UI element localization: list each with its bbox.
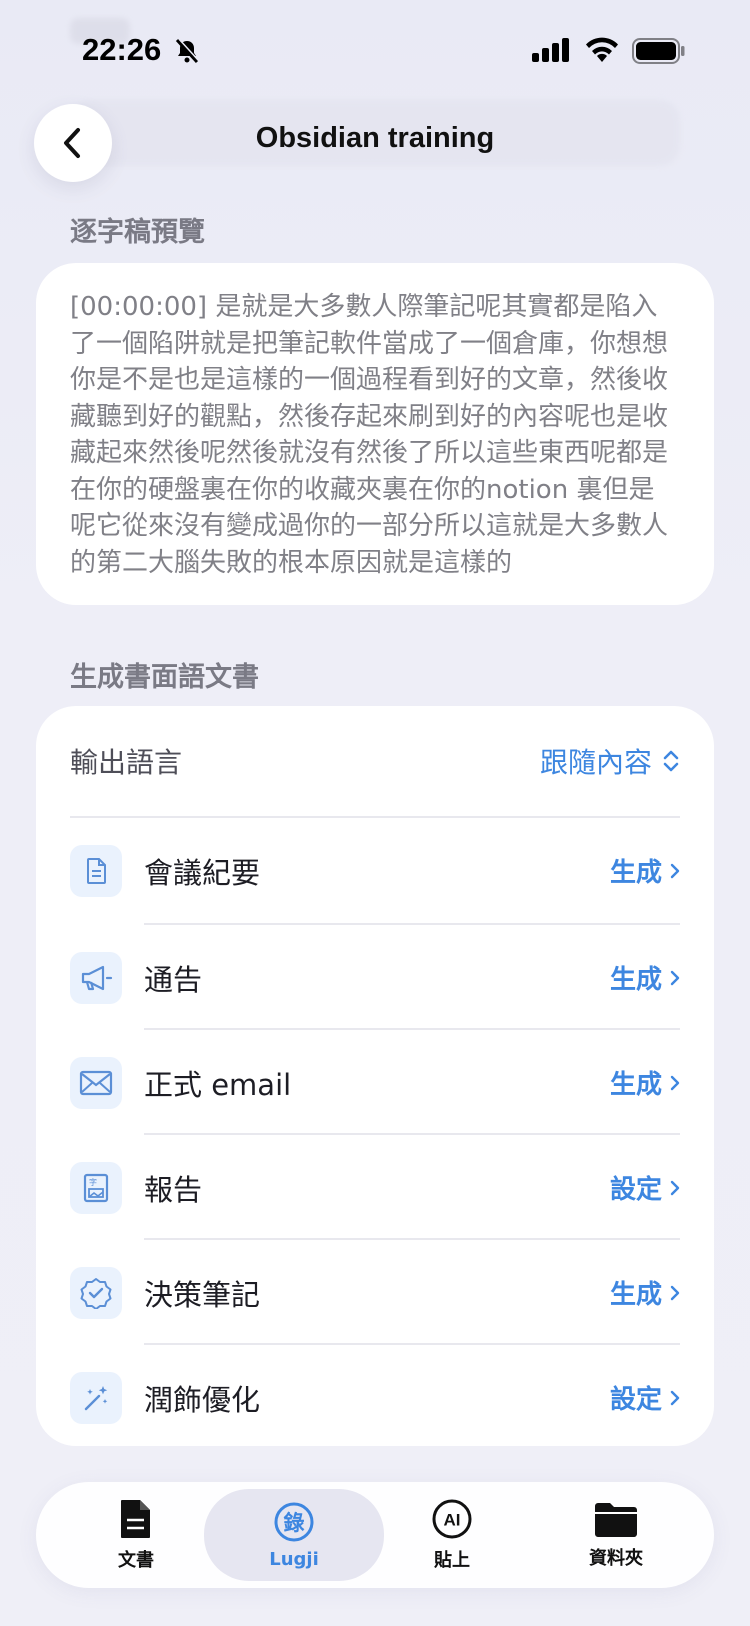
doc-row-announcement[interactable]: 通告 生成 — [70, 925, 680, 1030]
tab-label: 文書 — [118, 1550, 154, 1571]
output-language-row[interactable]: 輸出語言 跟隨內容 — [70, 706, 680, 818]
doc-row-label: 正式 email — [144, 1067, 292, 1102]
output-language-value: 跟隨內容 — [539, 746, 652, 779]
verified-badge-icon — [70, 1266, 122, 1319]
status-bar: 22:26 — [0, 0, 750, 100]
documents-card: 輸出語言 跟隨內容 會議紀要 生成 通告 生成 正式 email 生成 字 報告… — [36, 706, 714, 1446]
bell-muted-icon — [175, 38, 200, 64]
document-fill-icon — [121, 1500, 150, 1538]
action-label: 生成 — [609, 1070, 662, 1100]
magic-wand-icon — [70, 1371, 122, 1424]
doc-row-label: 會議紀要 — [144, 855, 261, 890]
tab-bar: 文書 錄 Lugji AI 貼上 資料夾 — [36, 1482, 714, 1588]
cellular-signal-icon — [532, 38, 569, 62]
documents-section-label: 生成書面語文書 — [70, 662, 259, 693]
generate-button[interactable]: 生成 — [610, 1274, 680, 1311]
transcript-preview-card[interactable]: [00:00:00] 是就是大多數人際筆記呢其實都是陷入了一個陷阱就是把筆記軟件… — [36, 263, 714, 605]
action-label: 設定 — [609, 1175, 662, 1205]
chevron-right-icon — [670, 863, 680, 878]
tab-documents[interactable]: 文書 — [61, 1482, 211, 1588]
doc-row-report[interactable]: 字 報告 設定 — [70, 1135, 680, 1240]
svg-text:字: 字 — [89, 1177, 97, 1187]
doc-row-label: 報告 — [144, 1172, 203, 1207]
generate-button[interactable]: 生成 — [610, 852, 680, 889]
tab-label: Lugji — [269, 1548, 319, 1570]
back-button[interactable] — [34, 104, 112, 182]
doc-row-meeting-minutes[interactable]: 會議紀要 生成 — [70, 818, 680, 923]
doc-row-formal-email[interactable]: 正式 email 生成 — [70, 1030, 680, 1135]
settings-button[interactable]: 設定 — [610, 1379, 680, 1416]
chevron-up-down-icon — [663, 750, 679, 772]
doc-row-label: 決策筆記 — [144, 1277, 261, 1312]
tab-label: 資料夾 — [589, 1548, 643, 1569]
ai-icon: AI — [432, 1499, 472, 1539]
action-label: 生成 — [609, 965, 662, 995]
wifi-icon — [586, 37, 618, 62]
document-icon — [70, 844, 122, 897]
action-label: 生成 — [609, 1280, 662, 1310]
page-title: Obsidian training — [255, 122, 495, 154]
tab-folders[interactable]: 資料夾 — [541, 1482, 691, 1588]
lugji-icon: 錄 — [274, 1502, 314, 1541]
settings-button[interactable]: 設定 — [610, 1169, 680, 1206]
tab-paste[interactable]: AI 貼上 — [377, 1482, 527, 1588]
chevron-left-icon — [64, 128, 80, 158]
output-language-label: 輸出語言 — [70, 746, 183, 779]
transcript-preview-text: [00:00:00] 是就是大多數人際筆記呢其實都是陷入了一個陷阱就是把筆記軟件… — [70, 292, 669, 578]
battery-icon — [632, 38, 685, 64]
chevron-right-icon — [670, 1285, 680, 1300]
lugji-glyph: 錄 — [284, 1511, 305, 1535]
envelope-icon — [70, 1056, 122, 1109]
chevron-right-icon — [670, 1075, 680, 1090]
report-icon: 字 — [70, 1161, 122, 1214]
chevron-right-icon — [670, 1390, 680, 1405]
transcript-section-label: 逐字稿預覽 — [70, 217, 205, 248]
chevron-right-icon — [670, 970, 680, 985]
tab-lugji[interactable]: 錄 Lugji — [204, 1489, 384, 1581]
chevron-right-icon — [670, 1180, 680, 1195]
megaphone-icon — [70, 951, 122, 1004]
generate-button[interactable]: 生成 — [610, 1064, 680, 1101]
doc-row-polish[interactable]: 潤飾優化 設定 — [70, 1345, 680, 1450]
doc-row-label: 潤飾優化 — [144, 1382, 261, 1417]
output-language-picker[interactable]: 跟隨內容 — [540, 741, 680, 781]
ai-glyph: AI — [444, 1511, 461, 1530]
status-time: 22:26 — [82, 32, 162, 67]
doc-row-label: 通告 — [144, 962, 203, 997]
generate-button[interactable]: 生成 — [610, 959, 680, 996]
doc-row-decision-notes[interactable]: 決策筆記 生成 — [70, 1240, 680, 1345]
tab-label: 貼上 — [434, 1550, 470, 1571]
action-label: 生成 — [609, 858, 662, 888]
action-label: 設定 — [609, 1385, 662, 1415]
folder-icon — [595, 1503, 637, 1537]
